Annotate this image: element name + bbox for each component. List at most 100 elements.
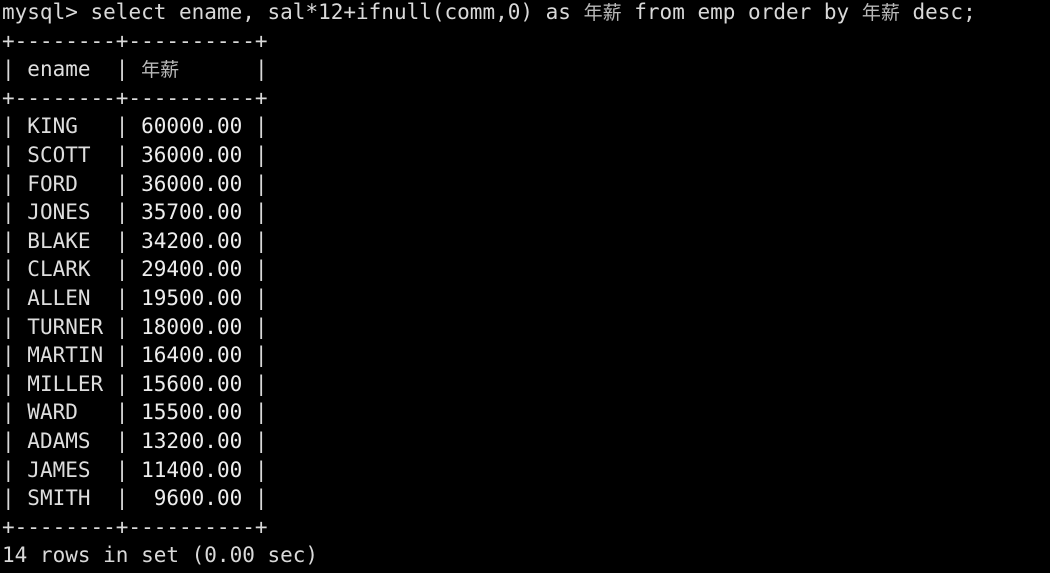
row-pipe-mid: | bbox=[103, 171, 142, 196]
row-pipe-mid: | bbox=[103, 142, 142, 167]
row-pipe-mid: | bbox=[103, 285, 142, 310]
row-pipe-left: | bbox=[2, 200, 28, 225]
cell-ename: SCOTT bbox=[27, 142, 104, 167]
row-pipe-mid: | bbox=[103, 486, 142, 511]
row-pipe-mid: | bbox=[103, 428, 142, 453]
row-pipe-right: | bbox=[242, 371, 268, 396]
row-pipe-right: | bbox=[242, 200, 268, 225]
cell-ename: BLAKE bbox=[27, 228, 104, 253]
table-row: | CLARK | 29400.00 | bbox=[0, 255, 1050, 284]
cell-annual-salary: 9600.00 bbox=[141, 486, 243, 511]
row-pipe-right: | bbox=[242, 457, 268, 482]
row-pipe-left: | bbox=[2, 171, 28, 196]
column-header-ename: ename bbox=[27, 57, 91, 82]
table-row: | FORD | 36000.00 | bbox=[0, 170, 1050, 199]
row-pipe-mid: | bbox=[103, 343, 142, 368]
row-pipe-right: | bbox=[242, 114, 268, 139]
table-row: | TURNER | 18000.00 | bbox=[0, 313, 1050, 342]
table-row: | SCOTT | 36000.00 | bbox=[0, 141, 1050, 170]
cell-annual-salary: 15500.00 bbox=[141, 400, 243, 425]
header-pipe-left: | bbox=[2, 57, 28, 82]
cell-annual-salary: 29400.00 bbox=[141, 257, 243, 282]
table-separator-bottom: +--------+----------+ bbox=[2, 514, 268, 539]
header-pipe-right: | bbox=[179, 57, 268, 82]
row-pipe-right: | bbox=[242, 142, 268, 167]
table-separator-top: +--------+----------+ bbox=[2, 28, 268, 53]
table-row: | KING | 60000.00 | bbox=[0, 112, 1050, 141]
table-body: | KING | 60000.00 | | SCOTT | 36000.00 | |… bbox=[0, 112, 1050, 512]
row-pipe-left: | bbox=[2, 400, 28, 425]
mysql-prompt: mysql> bbox=[2, 0, 91, 24]
table-header-row: | ename | 年薪 | bbox=[0, 55, 1050, 84]
row-pipe-mid: | bbox=[103, 114, 142, 139]
row-pipe-right: | bbox=[242, 400, 268, 425]
cell-annual-salary: 34200.00 bbox=[141, 228, 243, 253]
table-row: | JONES | 35700.00 | bbox=[0, 198, 1050, 227]
cell-annual-salary: 18000.00 bbox=[141, 314, 243, 339]
row-pipe-right: | bbox=[242, 314, 268, 339]
row-pipe-left: | bbox=[2, 114, 28, 139]
cell-ename: CLARK bbox=[27, 257, 104, 282]
cell-ename: TURNER bbox=[27, 314, 104, 339]
row-pipe-left: | bbox=[2, 428, 28, 453]
terminal-window[interactable]: mysql> select ename, sal*12+ifnull(comm,… bbox=[0, 0, 1050, 573]
row-pipe-left: | bbox=[2, 228, 28, 253]
sql-alias-label: 年薪 bbox=[583, 2, 622, 24]
row-pipe-mid: | bbox=[103, 314, 142, 339]
sql-command-before-alias: select ename, sal*12+ifnull(comm,0) as bbox=[90, 0, 584, 24]
row-pipe-right: | bbox=[242, 428, 268, 453]
row-pipe-left: | bbox=[2, 486, 28, 511]
cell-ename: SMITH bbox=[27, 486, 104, 511]
row-pipe-left: | bbox=[2, 142, 28, 167]
row-pipe-left: | bbox=[2, 371, 28, 396]
header-pipe-mid: | bbox=[90, 57, 142, 82]
row-pipe-mid: | bbox=[103, 228, 142, 253]
row-pipe-left: | bbox=[2, 343, 28, 368]
cell-ename: ADAMS bbox=[27, 428, 104, 453]
sql-command-tail: desc; bbox=[899, 0, 976, 24]
cell-ename: MILLER bbox=[27, 371, 104, 396]
row-pipe-mid: | bbox=[103, 371, 142, 396]
cell-annual-salary: 36000.00 bbox=[141, 142, 243, 167]
row-pipe-mid: | bbox=[103, 400, 142, 425]
cell-ename: JONES bbox=[27, 200, 104, 225]
row-pipe-right: | bbox=[242, 486, 268, 511]
cell-ename: KING bbox=[27, 114, 104, 139]
cell-annual-salary: 11400.00 bbox=[141, 457, 243, 482]
row-pipe-right: | bbox=[242, 285, 268, 310]
row-pipe-left: | bbox=[2, 257, 28, 282]
row-pipe-left: | bbox=[2, 314, 28, 339]
table-separator-header: +--------+----------+ bbox=[2, 85, 268, 110]
cell-ename: WARD bbox=[27, 400, 104, 425]
row-pipe-left: | bbox=[2, 457, 28, 482]
row-pipe-left: | bbox=[2, 285, 28, 310]
cell-annual-salary: 35700.00 bbox=[141, 200, 243, 225]
table-row: | MARTIN | 16400.00 | bbox=[0, 341, 1050, 370]
row-pipe-right: | bbox=[242, 171, 268, 196]
table-row: | BLAKE | 34200.00 | bbox=[0, 227, 1050, 256]
table-row: | ALLEN | 19500.00 | bbox=[0, 284, 1050, 313]
cell-ename: FORD bbox=[27, 171, 104, 196]
table-row: | SMITH | 9600.00 | bbox=[0, 484, 1050, 513]
cell-annual-salary: 16400.00 bbox=[141, 343, 243, 368]
cell-annual-salary: 13200.00 bbox=[141, 428, 243, 453]
table-row: | WARD | 15500.00 | bbox=[0, 398, 1050, 427]
cell-annual-salary: 15600.00 bbox=[141, 371, 243, 396]
sql-order-column-label: 年薪 bbox=[861, 2, 900, 24]
row-pipe-mid: | bbox=[103, 257, 142, 282]
row-pipe-right: | bbox=[242, 343, 268, 368]
row-pipe-right: | bbox=[242, 257, 268, 282]
table-row: | JAMES | 11400.00 | bbox=[0, 456, 1050, 485]
cell-ename: JAMES bbox=[27, 457, 104, 482]
cell-annual-salary: 36000.00 bbox=[141, 171, 243, 196]
column-header-annual-salary: 年薪 bbox=[141, 59, 180, 82]
cell-ename: ALLEN bbox=[27, 285, 104, 310]
cell-annual-salary: 60000.00 bbox=[141, 114, 243, 139]
cell-ename: MARTIN bbox=[27, 343, 104, 368]
row-pipe-mid: | bbox=[103, 200, 142, 225]
cell-annual-salary: 19500.00 bbox=[141, 285, 243, 310]
table-row: | MILLER | 15600.00 | bbox=[0, 370, 1050, 399]
row-pipe-right: | bbox=[242, 228, 268, 253]
table-row: | ADAMS | 13200.00 | bbox=[0, 427, 1050, 456]
row-pipe-mid: | bbox=[103, 457, 142, 482]
